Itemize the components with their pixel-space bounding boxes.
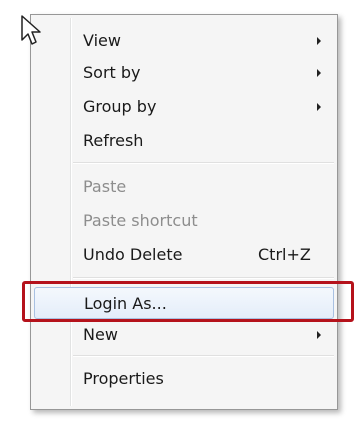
desktop-background: View Sort by Group by Refresh Paste Past… (0, 0, 363, 434)
context-menu: View Sort by Group by Refresh Paste Past… (30, 14, 338, 410)
menu-item-paste-shortcut[interactable]: Paste shortcut (34, 205, 334, 237)
menu-item-undo-delete[interactable]: Undo Delete Ctrl+Z (34, 239, 334, 271)
menu-item-label: View (83, 31, 121, 50)
menu-item-refresh[interactable]: Refresh (34, 125, 334, 157)
menu-item-label: Properties (83, 369, 164, 388)
menu-item-label: New (83, 325, 118, 344)
menu-separator (73, 355, 334, 357)
menu-item-label: Refresh (83, 131, 144, 150)
menu-item-properties[interactable]: Properties (34, 363, 334, 395)
menu-item-label: Sort by (83, 63, 141, 82)
menu-separator (73, 277, 334, 279)
menu-item-label: Paste (83, 177, 127, 196)
menu-item-label: Undo Delete (83, 245, 183, 264)
menu-item-sort-by[interactable]: Sort by (34, 57, 334, 89)
menu-item-paste[interactable]: Paste (34, 171, 334, 203)
chevron-right-icon (317, 331, 321, 339)
chevron-right-icon (317, 69, 321, 77)
menu-item-shortcut: Ctrl+Z (258, 245, 311, 264)
menu-separator (73, 162, 334, 164)
menu-item-view[interactable]: View (34, 25, 334, 57)
menu-item-group-by[interactable]: Group by (34, 91, 334, 123)
menu-item-new[interactable]: New (34, 319, 334, 351)
chevron-right-icon (317, 37, 321, 45)
chevron-right-icon (317, 103, 321, 111)
mouse-pointer-icon (21, 15, 41, 45)
annotation-highlight-box (22, 281, 354, 322)
menu-item-label: Paste shortcut (83, 211, 198, 230)
menu-item-label: Group by (83, 97, 157, 116)
